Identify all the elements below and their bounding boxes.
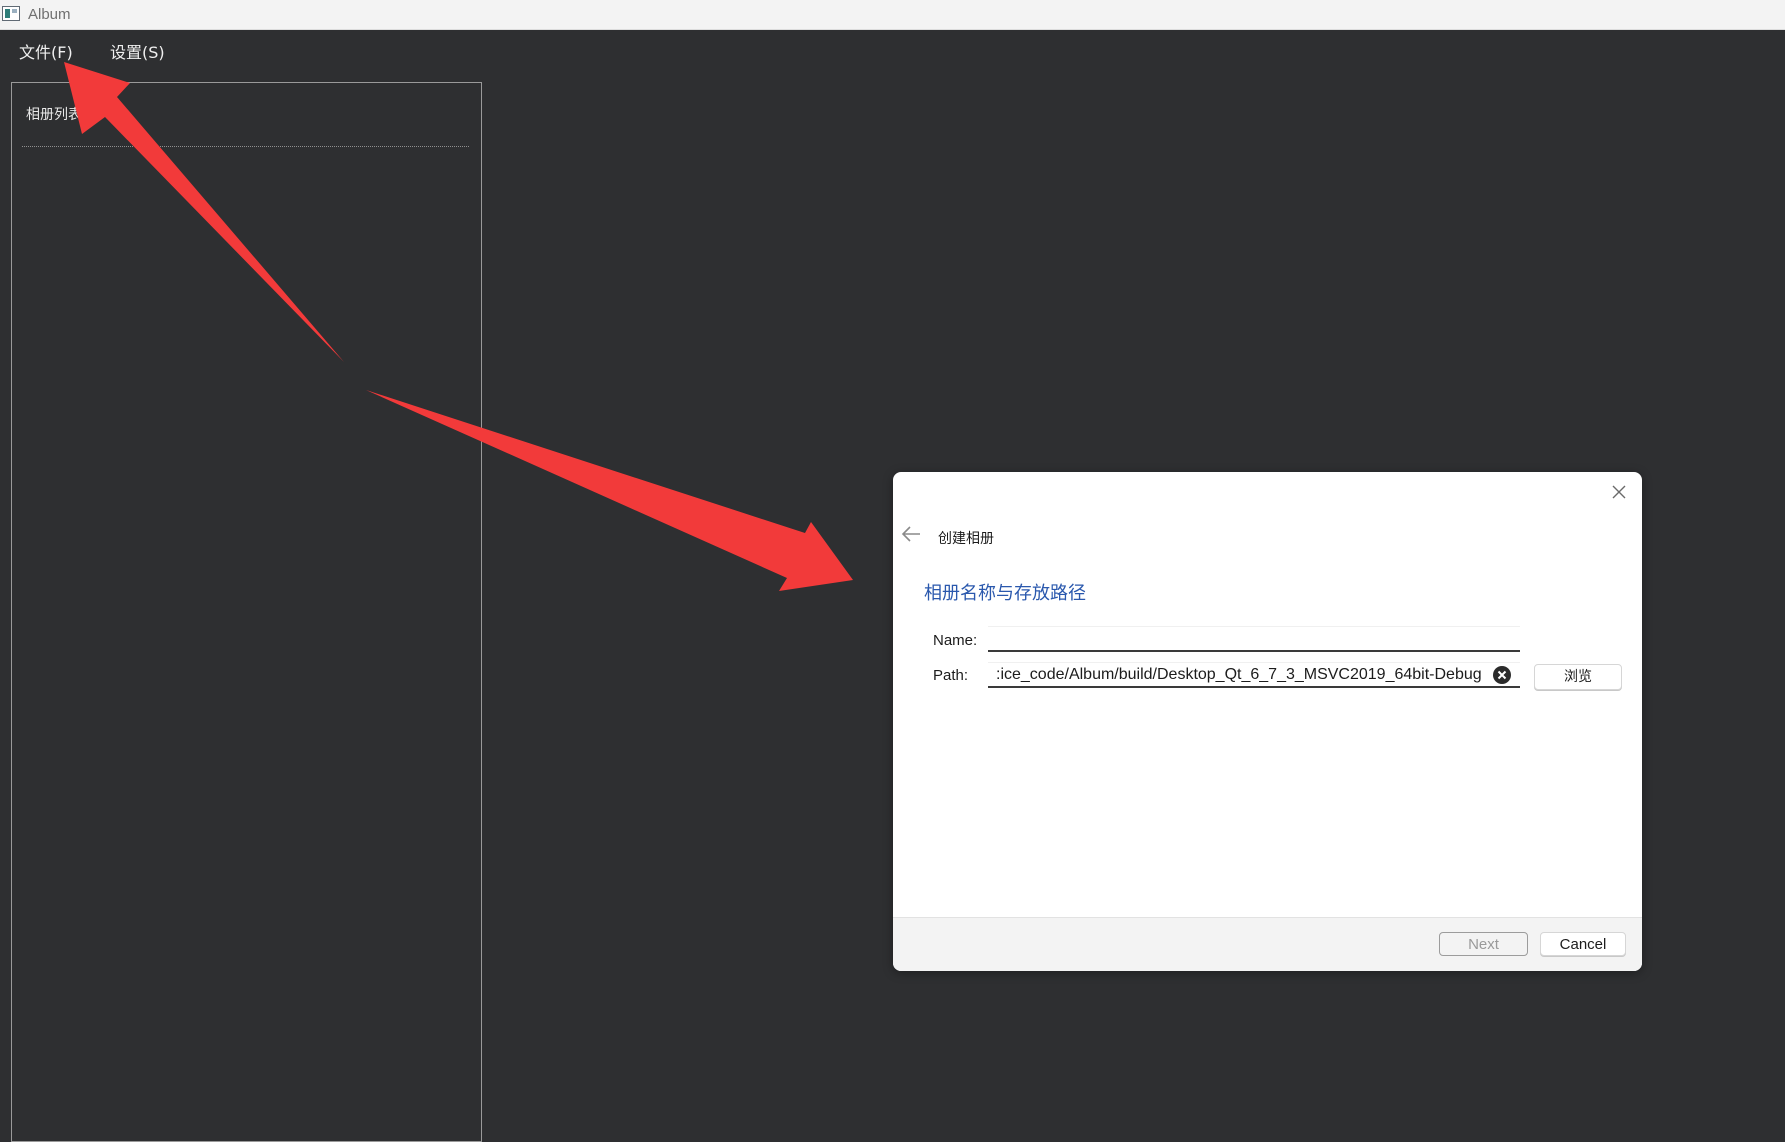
browse-button[interactable]: 浏览 [1534,664,1622,690]
back-arrow-icon[interactable] [900,524,922,544]
name-input[interactable] [988,626,1520,652]
album-list-title: 相册列表 [26,107,82,123]
album-list-panel: 相册列表 [11,82,482,1142]
path-input-value: :ice_code/Album/build/Desktop_Qt_6_7_3_M… [996,666,1482,683]
window-title: Album [28,6,71,23]
name-label: Name: [933,632,978,649]
cancel-button[interactable]: Cancel [1540,932,1626,956]
menu-settings[interactable]: 设置(S) [108,37,167,65]
close-icon[interactable] [1608,481,1630,503]
path-label: Path: [933,667,969,684]
dialog-title: 创建相册 [938,531,994,547]
dialog-footer: Next Cancel [893,917,1642,971]
path-input[interactable]: :ice_code/Album/build/Desktop_Qt_6_7_3_M… [988,662,1520,688]
create-album-dialog: 创建相册 相册名称与存放路径 Name: Path: :ice_code/Alb… [893,472,1642,971]
window-titlebar: Album [0,0,1785,30]
album-list-divider [22,146,469,147]
menu-file[interactable]: 文件(F) [17,37,75,65]
app-icon [2,6,20,21]
dialog-subtitle: 相册名称与存放路径 [924,583,1086,604]
menu-bar: 文件(F) 设置(S) [0,29,1785,69]
clear-icon[interactable] [1492,665,1512,685]
next-button[interactable]: Next [1439,932,1528,956]
